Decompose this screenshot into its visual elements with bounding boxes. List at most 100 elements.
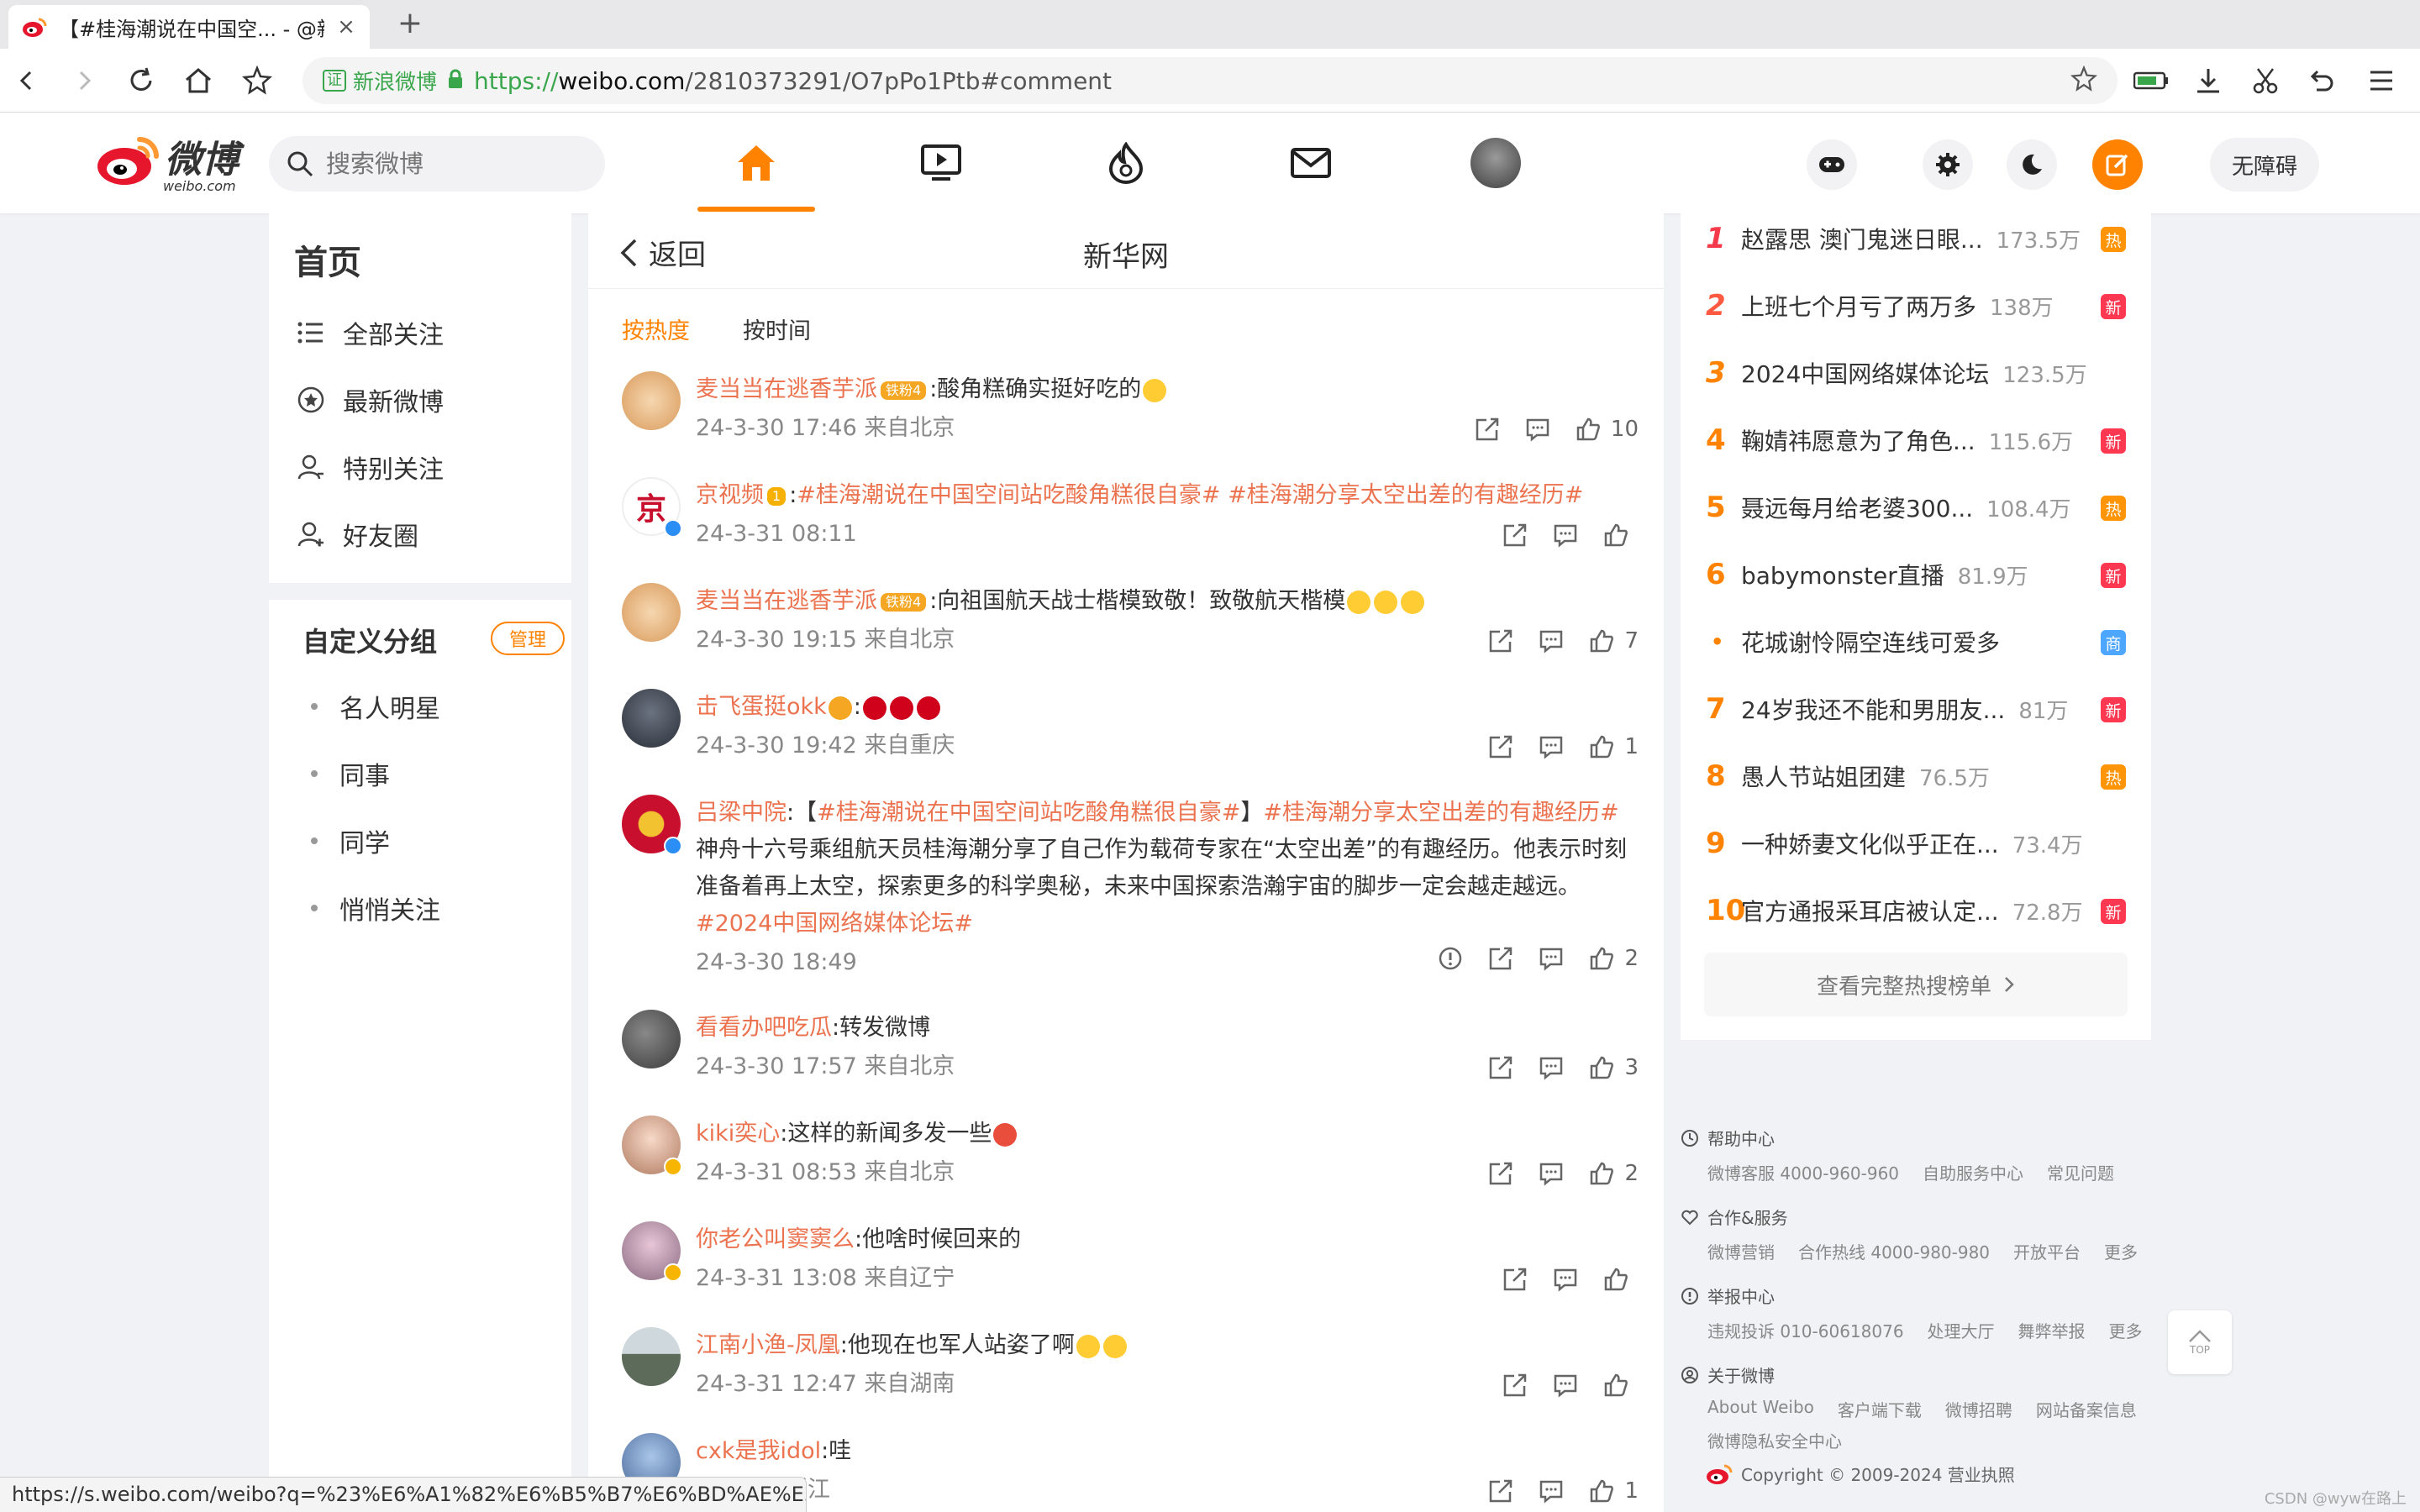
footer-link[interactable]: 更多 (2104, 1239, 2138, 1263)
avatar[interactable] (622, 371, 681, 430)
hot-item-ad[interactable]: • 花城谢怜隔空连线可爱多 商 (1706, 617, 2126, 667)
comment-username[interactable]: 吕梁中院 (696, 800, 786, 826)
comment-icon[interactable] (1539, 1161, 1564, 1186)
nav-message-icon[interactable] (1277, 129, 1344, 197)
share-icon[interactable] (1488, 946, 1513, 971)
like-button[interactable]: 7 (1589, 628, 1639, 654)
footer-link[interactable]: 微博招聘 (1945, 1397, 2012, 1421)
settings-gear-icon[interactable] (1923, 139, 1973, 190)
hot-item[interactable]: 2 上班七个月亏了两万多 138万 新 (1706, 281, 2126, 331)
comment-username[interactable]: 看看办吧吃瓜 (696, 1015, 832, 1041)
manage-button[interactable]: 管理 (491, 622, 565, 655)
share-icon[interactable] (1502, 522, 1528, 548)
hot-item[interactable]: 7 24岁我还不能和男朋友... 81万 新 (1706, 684, 2126, 734)
fan-badge[interactable]: 铁粉4 (881, 381, 927, 400)
footer-link[interactable]: 违规投诉 010-60618076 (1707, 1318, 1904, 1342)
member-crown-badge[interactable]: 1 (767, 486, 786, 506)
topic-link[interactable]: #桂海潮分享太空出差的有趣经历# (1228, 482, 1583, 508)
footer-link[interactable]: 常见问题 (2047, 1160, 2114, 1184)
forward-arrow-icon[interactable] (64, 60, 104, 101)
footer-link[interactable]: About Weibo (1707, 1397, 1814, 1421)
share-icon[interactable] (1488, 628, 1513, 654)
share-icon[interactable] (1488, 1161, 1513, 1186)
like-button[interactable]: 1 (1589, 734, 1639, 759)
like-button[interactable]: 3 (1589, 1055, 1639, 1080)
footer-link[interactable]: 微博营销 (1707, 1239, 1775, 1263)
footer-link[interactable]: 微博客服 4000-960-960 (1707, 1160, 1899, 1184)
topic-link[interactable]: #桂海潮分享太空出差的有趣经历# (1263, 800, 1618, 826)
footer-link[interactable]: 微博隐私安全中心 (1707, 1428, 1842, 1452)
dark-mode-moon-icon[interactable] (2007, 139, 2057, 190)
browser-tab[interactable]: 【#桂海潮说在中国空... - @新 × (8, 5, 370, 49)
comment-username[interactable]: 你老公叫窦窦么 (696, 1226, 855, 1252)
back-arrow-icon[interactable] (7, 60, 47, 101)
back-to-top-button[interactable]: TOP (2168, 1310, 2232, 1374)
share-icon[interactable] (1488, 1478, 1513, 1504)
comment-icon[interactable] (1553, 1373, 1578, 1398)
home-icon[interactable] (178, 60, 218, 101)
search-input[interactable] (326, 150, 578, 178)
report-icon[interactable] (1438, 946, 1463, 971)
footer-link[interactable]: 开放平台 (2013, 1239, 2081, 1263)
footer-link[interactable]: 自助服务中心 (1923, 1160, 2023, 1184)
sidebar-item-special[interactable]: 特别关注 (297, 449, 444, 486)
footer-link[interactable]: 客户端下载 (1838, 1397, 1922, 1421)
url-text[interactable]: https://weibo.com/2810373291/O7pPo1Ptb#c… (474, 67, 2060, 95)
bookmark-star-icon[interactable] (237, 60, 277, 101)
comment-icon[interactable] (1539, 1055, 1564, 1080)
comment-username[interactable]: 麦当当在逃香芋派 (696, 376, 877, 402)
copyright-text[interactable]: Copyright © 2009-2024 营业执照 (1741, 1462, 2015, 1486)
group-item[interactable]: 同事 (311, 755, 390, 792)
nav-avatar[interactable] (1462, 129, 1529, 197)
nav-home-icon[interactable] (723, 129, 790, 197)
group-item[interactable]: 名人明星 (311, 688, 440, 725)
search-box[interactable] (269, 136, 605, 192)
avatar[interactable] (622, 689, 681, 748)
comment-icon[interactable] (1539, 946, 1564, 971)
menu-icon[interactable] (2361, 60, 2402, 101)
comment-username[interactable]: 击飞蛋挺okk (696, 694, 827, 720)
like-button[interactable]: 1 (1589, 1478, 1639, 1504)
download-icon[interactable] (2188, 60, 2228, 101)
undo-icon[interactable] (2301, 60, 2341, 101)
comment-username[interactable]: cxk是我idol (696, 1438, 821, 1464)
crown-badge-icon[interactable] (828, 696, 852, 720)
hot-item[interactable]: 10 官方通报采耳店被认定... 72.8万新 (1706, 885, 2126, 936)
group-item[interactable]: 同学 (311, 822, 390, 859)
avatar[interactable] (622, 1327, 681, 1386)
nav-video-icon[interactable] (908, 129, 975, 197)
favorite-star-icon[interactable] (2070, 65, 2098, 96)
certificate-badge[interactable]: 证 新浪微博 (323, 66, 437, 96)
nav-hot-flame-icon[interactable] (1092, 129, 1160, 197)
avatar[interactable] (622, 1010, 681, 1068)
sort-by-time-tab[interactable]: 按时间 (743, 312, 811, 345)
close-icon[interactable]: × (336, 14, 356, 39)
footer-link[interactable]: 合作热线 4000-980-980 (1798, 1239, 1990, 1263)
scissors-icon[interactable] (2245, 60, 2286, 101)
footer-link[interactable]: 处理大厅 (1928, 1318, 1995, 1342)
share-icon[interactable] (1488, 734, 1513, 759)
view-full-hot-list-button[interactable]: 查看完整热搜榜单 (1704, 953, 2128, 1016)
comment-username[interactable]: 京视频 (696, 482, 764, 508)
like-button[interactable] (1603, 1267, 1639, 1292)
new-tab-icon[interactable]: + (393, 7, 427, 40)
comment-username[interactable]: 江南小渔-凤凰 (696, 1332, 840, 1358)
sidebar-item-friends[interactable]: 好友圈 (297, 516, 418, 553)
comment-username[interactable]: 麦当当在逃香芋派 (696, 588, 877, 614)
sort-by-hot-tab[interactable]: 按热度 (622, 312, 690, 345)
share-icon[interactable] (1502, 1267, 1528, 1292)
comment-icon[interactable] (1553, 522, 1578, 548)
like-button[interactable] (1603, 522, 1639, 548)
share-icon[interactable] (1475, 417, 1500, 442)
comment-icon[interactable] (1539, 734, 1564, 759)
topic-link[interactable]: #桂海潮说在中国空间站吃酸角糕很自豪# (797, 482, 1220, 508)
fan-badge[interactable]: 铁粉4 (881, 592, 927, 612)
footer-link[interactable]: 网站备案信息 (2036, 1397, 2137, 1421)
like-button[interactable]: 2 (1589, 946, 1639, 971)
hot-item[interactable]: 6 babymonster直播 81.9万 新 (1706, 549, 2126, 600)
like-button[interactable]: 2 (1589, 1161, 1639, 1186)
footer-link[interactable]: 更多 (2109, 1318, 2143, 1342)
hot-item[interactable]: 3 2024中国网络媒体论坛 123.5万 (1706, 348, 2126, 398)
comment-icon[interactable] (1539, 628, 1564, 654)
comment-username[interactable]: kiki奕心 (696, 1121, 780, 1147)
